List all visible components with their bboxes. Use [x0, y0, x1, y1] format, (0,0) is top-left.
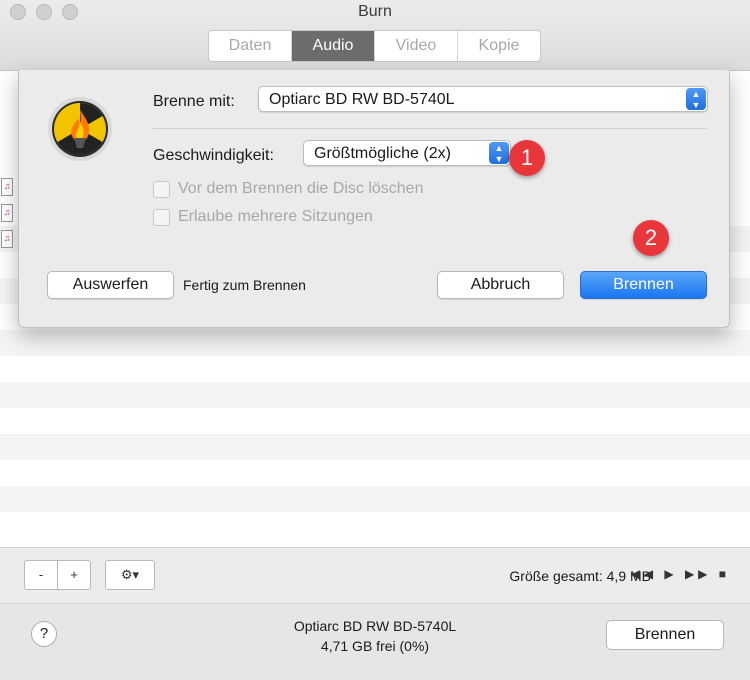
tab-video[interactable]: Video [375, 31, 458, 61]
speed-label: Geschwindigkeit: [153, 147, 274, 164]
tab-audio[interactable]: Audio [292, 31, 375, 61]
chevron-updown-icon: ▲ ▼ [686, 88, 706, 110]
window-title: Burn [358, 3, 392, 20]
annotation-badge-2: 2 [633, 220, 669, 256]
remove-button[interactable]: - [24, 560, 58, 590]
add-button[interactable]: + [57, 560, 91, 590]
multisession-label: Erlaube mehrere Sitzungen [178, 208, 373, 225]
burner-select[interactable]: Optiarc BD RW BD-5740L ▲ ▼ [258, 86, 708, 112]
speed-select[interactable]: Größtmögliche (2x) ▲ ▼ [303, 140, 511, 166]
status-text: Fertig zum Brennen [183, 277, 306, 293]
audio-file-icon: ♫ [1, 230, 13, 248]
playback-controls[interactable]: ◀◀ ▶ ▶▶ ■ [631, 567, 730, 581]
tab-daten[interactable]: Daten [209, 31, 292, 61]
mode-tabs: Daten Audio Video Kopie [208, 30, 541, 62]
list-row [0, 486, 750, 512]
speed-value: Größtmögliche (2x) [314, 145, 451, 162]
list-row [0, 330, 750, 356]
burner-value: Optiarc BD RW BD-5740L [269, 91, 455, 108]
footer-bar: ? Optiarc BD RW BD-5740L 4,71 GB frei (0… [0, 603, 750, 680]
burn-button[interactable]: Brennen [580, 271, 707, 299]
tab-kopie[interactable]: Kopie [458, 31, 540, 61]
chevron-updown-icon: ▲ ▼ [489, 142, 509, 164]
burner-label: Brenne mit: [153, 93, 235, 110]
burn-app-icon [48, 97, 112, 161]
divider [153, 128, 707, 129]
multisession-checkbox[interactable] [153, 209, 170, 226]
erase-disc-checkbox[interactable] [153, 181, 170, 198]
bottom-toolbar: - + ⚙▾ Größe gesamt: 4,9 MB ◀◀ ▶ ▶▶ ■ [0, 547, 750, 604]
eject-button[interactable]: Auswerfen [47, 271, 174, 299]
audio-file-icon: ♫ [1, 178, 13, 196]
burn-sheet: Brenne mit: Optiarc BD RW BD-5740L ▲ ▼ Ge… [18, 70, 730, 328]
audio-file-icon: ♫ [1, 204, 13, 222]
footer-burn-button[interactable]: Brennen [606, 620, 724, 650]
list-row [0, 382, 750, 408]
erase-disc-label: Vor dem Brennen die Disc löschen [178, 180, 424, 197]
cancel-button[interactable]: Abbruch [437, 271, 564, 299]
title-bar: Burn Daten Audio Video Kopie [0, 0, 750, 71]
gear-menu-button[interactable]: ⚙▾ [105, 560, 155, 590]
list-row [0, 434, 750, 460]
annotation-badge-1: 1 [509, 140, 545, 176]
